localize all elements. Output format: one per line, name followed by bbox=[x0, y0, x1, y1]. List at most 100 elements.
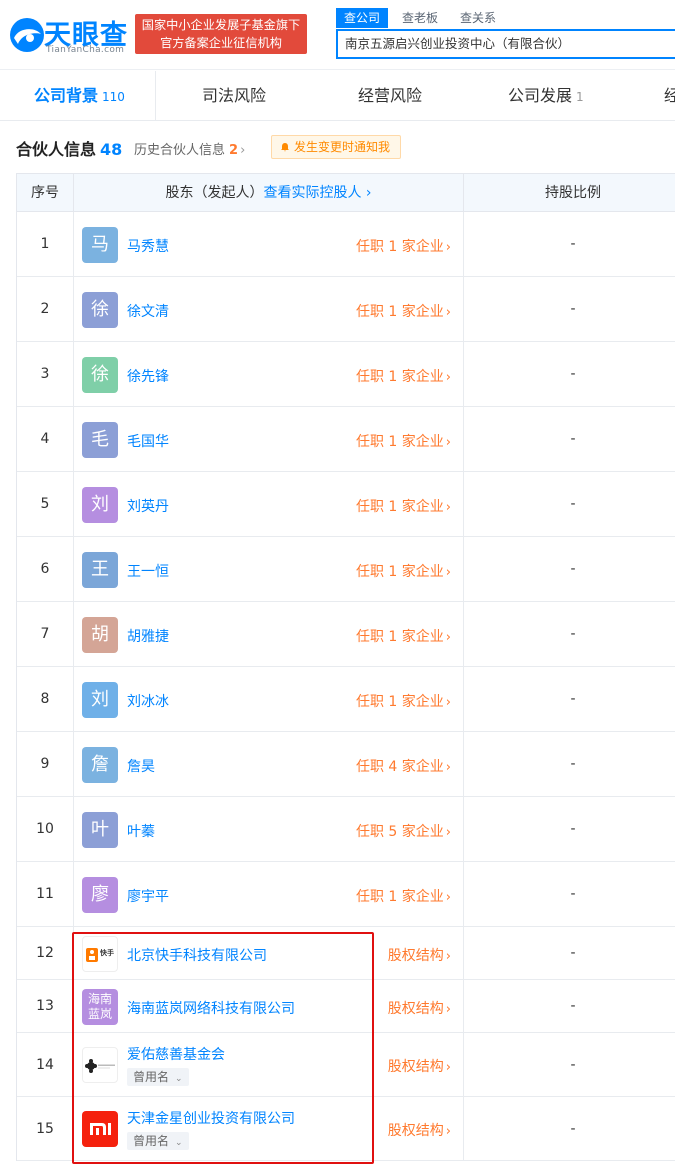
partners-table: 序号 股东（发起人）查看实际控股人 › 持股比例 1 马马秀慧 任职 1 家企业 › -… bbox=[16, 173, 675, 1161]
equity-structure-link-text: 股权结构 bbox=[387, 1059, 444, 1075]
partner-name-link[interactable]: 徐文清 bbox=[127, 301, 169, 321]
tab-company-background[interactable]: 公司背景 110 bbox=[34, 71, 125, 120]
positions-link[interactable]: 任职 1 家企业 › bbox=[356, 626, 451, 646]
history-count: 2 bbox=[229, 143, 239, 158]
partner-name-link[interactable]: 刘冰冰 bbox=[127, 691, 169, 711]
former-name-tag[interactable]: 曾用名 ⌄ bbox=[127, 1132, 189, 1150]
table-row: 15 曾用名 ⌄ 天津金星创业投资有限公司 股权结构 › - bbox=[17, 1097, 675, 1161]
logo-subtitle: TianYanCha.com bbox=[46, 45, 125, 55]
former-name-tag[interactable]: 曾用名 ⌄ bbox=[127, 1068, 189, 1086]
company-nav: 公司背景110 司法风险 经营风险 公司发展1 经 bbox=[0, 71, 675, 121]
partner-name-link[interactable]: 刘英丹 bbox=[127, 496, 169, 516]
history-partners-link[interactable]: 历史合伙人信息 2 › bbox=[134, 139, 245, 158]
partner-name-link[interactable]: 叶蓁 bbox=[127, 821, 155, 841]
equity-structure-link[interactable]: 股权结构 › bbox=[388, 945, 451, 965]
search-input[interactable]: 南京五源启兴创业投资中心（有限合伙） bbox=[336, 29, 675, 59]
chevron-right-icon: › bbox=[445, 759, 451, 775]
equity-structure-link[interactable]: 股权结构 › bbox=[388, 998, 451, 1018]
positions-link-text: 任职 1 家企业 bbox=[355, 238, 444, 255]
tab-more[interactable]: 经 bbox=[664, 71, 675, 120]
partner-name-link[interactable]: 毛国华 bbox=[127, 431, 169, 451]
equity-structure-link[interactable]: 股权结构 › bbox=[388, 1056, 451, 1076]
tab-operating-risk[interactable]: 经营风险 bbox=[358, 71, 422, 120]
table-row: 10 叶叶蓁 任职 5 家企业 › - bbox=[17, 797, 675, 862]
col-header-holder: 股东（发起人）查看实际控股人 › bbox=[74, 174, 464, 212]
chevron-down-icon: ⌄ bbox=[175, 1138, 183, 1148]
search-tab-boss[interactable]: 查老板 bbox=[394, 8, 446, 28]
tab-label: 经营风险 bbox=[358, 86, 423, 105]
positions-link[interactable]: 任职 4 家企业 › bbox=[356, 756, 451, 776]
share-percent: - bbox=[570, 366, 576, 382]
table-row: 4 毛毛国华 任职 1 家企业 › - bbox=[17, 407, 675, 472]
notify-button[interactable]: 发生变更时通知我 bbox=[271, 135, 401, 159]
positions-link[interactable]: 任职 1 家企业 › bbox=[356, 301, 451, 321]
partner-name-link[interactable]: 马秀慧 bbox=[127, 236, 169, 256]
col-header-holder-label: 股东（发起人） bbox=[165, 185, 264, 201]
col-header-no: 序号 bbox=[17, 174, 74, 212]
partner-name-link[interactable]: 徐先锋 bbox=[127, 366, 169, 386]
chevron-right-icon: › bbox=[240, 143, 246, 158]
row-number: 1 bbox=[17, 212, 74, 276]
chevron-right-icon: › bbox=[445, 694, 451, 710]
table-row: 11 廖廖宇平 任职 1 家企业 › - bbox=[17, 862, 675, 927]
person-avatar: 廖 bbox=[82, 876, 118, 913]
positions-link-text: 任职 1 家企业 bbox=[355, 563, 444, 580]
holder-cell: 刘刘英丹 任职 1 家企业 › bbox=[74, 472, 464, 536]
chevron-right-icon: › bbox=[445, 1060, 451, 1075]
tab-company-development[interactable]: 公司发展 1 bbox=[508, 71, 584, 120]
chevron-down-icon: ⌄ bbox=[175, 1074, 183, 1084]
company-name-link[interactable]: 爱佑慈善基金会 bbox=[127, 1044, 225, 1064]
holder-cell: 徐徐先锋 任职 1 家企业 › bbox=[74, 342, 464, 406]
equity-structure-link[interactable]: 股权结构 › bbox=[388, 1120, 451, 1140]
positions-link[interactable]: 任职 1 家企业 › bbox=[356, 431, 451, 451]
table-row: 8 刘刘冰冰 任职 1 家企业 › - bbox=[17, 667, 675, 732]
row-number: 5 bbox=[17, 472, 74, 536]
partner-name-link[interactable]: 詹昊 bbox=[127, 756, 155, 776]
row-number: 11 bbox=[17, 862, 74, 926]
partner-name-link[interactable]: 廖宇平 bbox=[127, 886, 169, 906]
table-row: 3 徐徐先锋 任职 1 家企业 › - bbox=[17, 342, 675, 407]
positions-link-text: 任职 1 家企业 bbox=[355, 693, 444, 710]
positions-link[interactable]: 任职 1 家企业 › bbox=[356, 561, 451, 581]
partner-name-link[interactable]: 胡雅捷 bbox=[127, 626, 169, 646]
gov-badge-line2: 官方备案企业征信机构 bbox=[160, 36, 282, 50]
positions-link[interactable]: 任职 1 家企业 › bbox=[356, 691, 451, 711]
chevron-right-icon: › bbox=[445, 434, 451, 450]
positions-link[interactable]: 任职 1 家企业 › bbox=[356, 496, 451, 516]
notify-label: 发生变更时通知我 bbox=[294, 140, 391, 154]
table-row: 6 王王一恒 任职 1 家企业 › - bbox=[17, 537, 675, 602]
company-name-link[interactable]: 海南蓝岚网络科技有限公司 bbox=[127, 998, 295, 1018]
holder-cell: 海南蓝岚 海南蓝岚网络科技有限公司 股权结构 › bbox=[74, 980, 464, 1032]
chevron-right-icon: › bbox=[445, 304, 451, 320]
person-avatar: 徐 bbox=[82, 291, 118, 328]
partner-name-link[interactable]: 王一恒 bbox=[127, 561, 169, 581]
positions-link[interactable]: 任职 1 家企业 › bbox=[356, 236, 451, 256]
row-number: 8 bbox=[17, 667, 74, 731]
positions-link[interactable]: 任职 1 家企业 › bbox=[356, 366, 451, 386]
view-controller-link[interactable]: 查看实际控股人 › bbox=[263, 185, 371, 201]
history-label: 历史合伙人信息 bbox=[134, 143, 226, 158]
kuaishou-logo: 快手 bbox=[82, 935, 118, 972]
person-avatar: 刘 bbox=[82, 681, 118, 718]
positions-link-text: 任职 1 家企业 bbox=[355, 628, 444, 645]
equity-structure-link-text: 股权结构 bbox=[387, 947, 444, 964]
row-number: 10 bbox=[17, 797, 74, 861]
gov-badge-line1: 国家中小企业发展子基金旗下 bbox=[141, 18, 301, 32]
positions-link[interactable]: 任职 5 家企业 › bbox=[356, 821, 451, 841]
tab-judicial-risk[interactable]: 司法风险 bbox=[202, 71, 266, 120]
chevron-right-icon: › bbox=[445, 824, 451, 840]
site-logo[interactable]: 天眼查 TianYanCha.com bbox=[8, 6, 132, 58]
positions-link[interactable]: 任职 1 家企业 › bbox=[356, 886, 451, 906]
person-avatar: 叶 bbox=[82, 811, 118, 848]
foundation-logo bbox=[82, 1047, 118, 1083]
table-header: 序号 股东（发起人）查看实际控股人 › 持股比例 bbox=[17, 174, 675, 212]
share-percent: - bbox=[570, 886, 576, 902]
company-name-link[interactable]: 北京快手科技有限公司 bbox=[127, 945, 267, 965]
company-name-link[interactable]: 天津金星创业投资有限公司 bbox=[127, 1108, 295, 1128]
search-tab-company[interactable]: 查公司 bbox=[336, 8, 389, 28]
share-percent: - bbox=[570, 821, 576, 837]
share-percent: - bbox=[570, 431, 576, 447]
lanlan-logo-text: 海南蓝岚 bbox=[87, 991, 112, 1021]
search-tab-relation[interactable]: 查关系 bbox=[452, 8, 504, 28]
chevron-right-icon: › bbox=[445, 1124, 451, 1139]
